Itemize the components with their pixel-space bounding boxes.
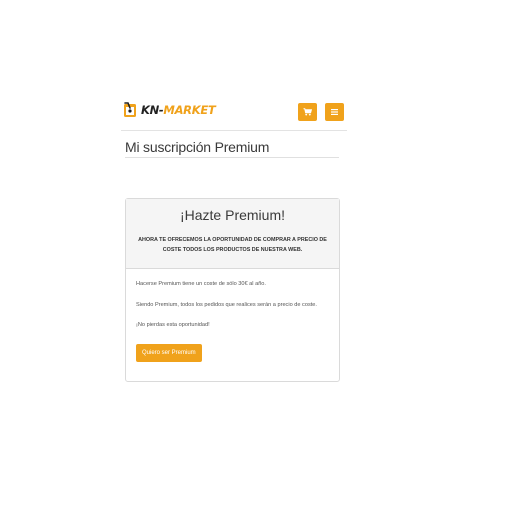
premium-opportunity-text: ¡No pierdas esta oportunidad! — [136, 322, 210, 328]
logo[interactable]: KN-MARKET — [123, 101, 216, 119]
premium-benefit-text: Siendo Premium, todos los pedidos que re… — [136, 301, 317, 308]
panel-header: ¡Hazte Premium! AHORA TE OFRECEMOS LA OP… — [126, 199, 339, 269]
panel-title: ¡Hazte Premium! — [179, 207, 286, 223]
premium-cost-text: Hacerse Premium tiene un coste de sólo 3… — [136, 281, 266, 287]
become-premium-button[interactable]: Quiero ser Premium — [136, 343, 202, 362]
hamburger-icon — [331, 109, 338, 115]
logo-icon — [124, 102, 136, 117]
header: KN-MARKET — [121, 98, 347, 131]
panel-body: Hacerse Premium tiene un coste de sólo 3… — [126, 269, 339, 362]
logo-text: KN-MARKET — [141, 102, 216, 118]
cart-icon — [303, 108, 312, 116]
page-title: Mi suscripción Premium — [125, 138, 339, 158]
logo-prefix: KN- — [141, 103, 164, 117]
cart-button[interactable] — [298, 103, 317, 121]
menu-button[interactable] — [325, 103, 344, 121]
panel-subtitle: AHORA TE OFRECEMOS LA OPORTUNIDAD DE COM… — [138, 237, 327, 253]
premium-panel: ¡Hazte Premium! AHORA TE OFRECEMOS LA OP… — [125, 198, 340, 382]
page: KN-MARKET Mi suscripción Premium ¡Hazte … — [0, 0, 512, 512]
logo-suffix: MARKET — [163, 103, 216, 117]
